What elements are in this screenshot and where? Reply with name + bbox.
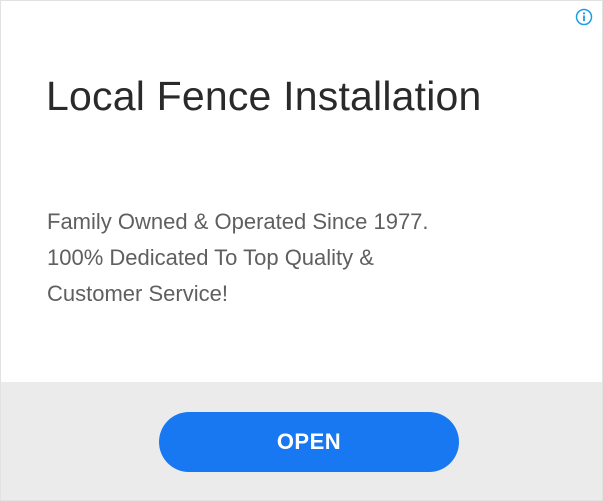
info-icon[interactable] <box>575 8 593 26</box>
ad-description: Family Owned & Operated Since 1977. 100%… <box>47 204 567 312</box>
ad-container[interactable]: Local Fence Installation Family Owned & … <box>0 0 603 501</box>
ad-description-line: 100% Dedicated To Top Quality & <box>47 245 374 270</box>
ad-headline[interactable]: Local Fence Installation <box>46 73 482 120</box>
open-button[interactable]: OPEN <box>159 412 459 472</box>
ad-description-line: Customer Service! <box>47 281 228 306</box>
ad-footer: OPEN <box>1 382 602 500</box>
ad-description-line: Family Owned & Operated Since 1977. <box>47 209 429 234</box>
